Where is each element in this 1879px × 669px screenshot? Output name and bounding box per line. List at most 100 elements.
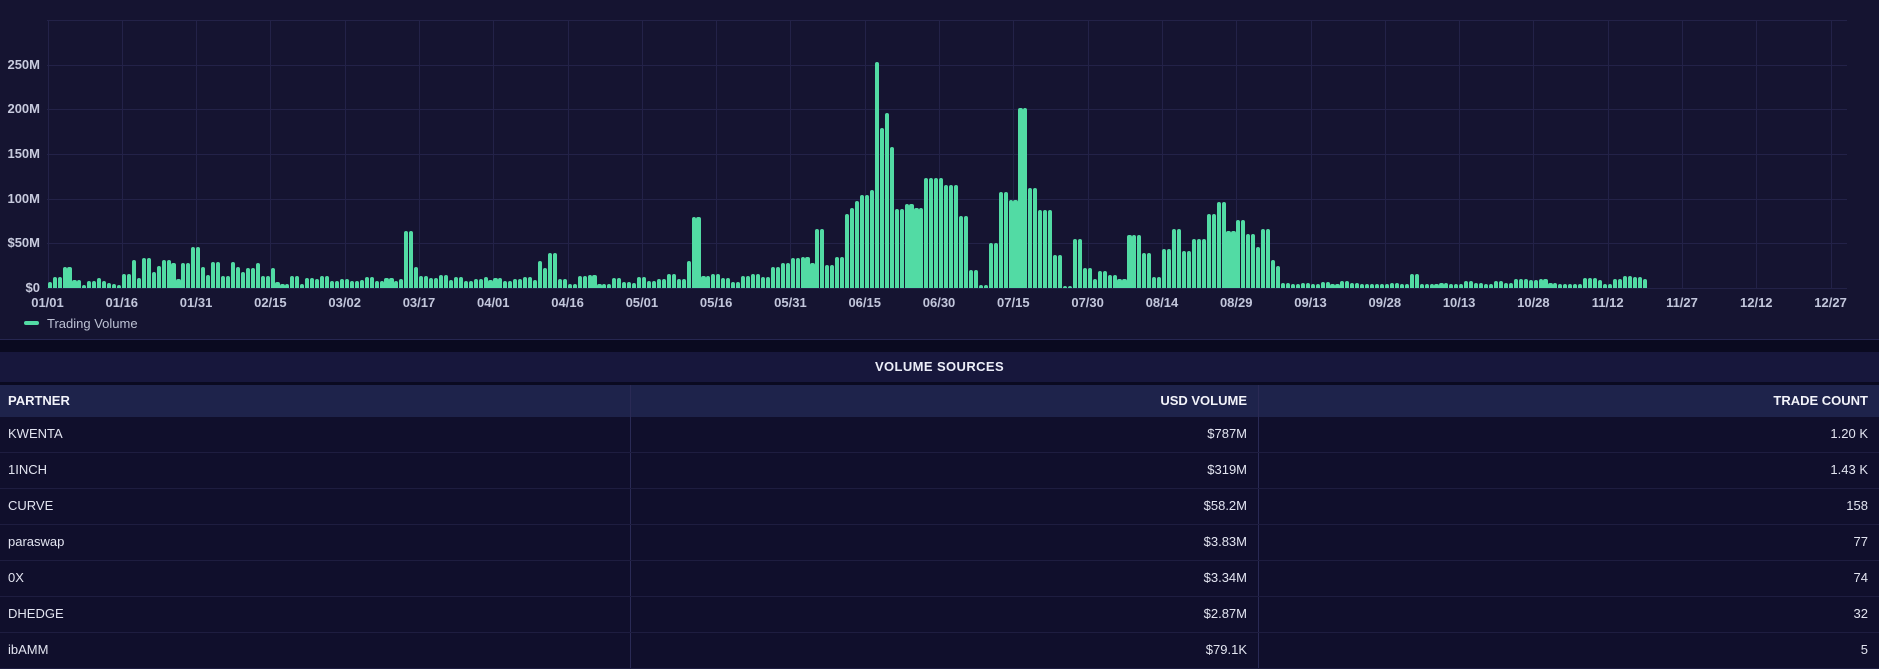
- volume-bar[interactable]: [1380, 284, 1384, 289]
- volume-bar[interactable]: [236, 267, 240, 288]
- volume-bar[interactable]: [1068, 286, 1072, 288]
- volume-bar[interactable]: [696, 217, 700, 289]
- volume-bar[interactable]: [122, 274, 126, 288]
- volume-bar[interactable]: [622, 282, 626, 288]
- volume-bar[interactable]: [612, 278, 616, 288]
- volume-bar[interactable]: [617, 278, 621, 288]
- volume-bar[interactable]: [989, 243, 993, 288]
- volume-bar[interactable]: [1172, 229, 1176, 288]
- volume-bar[interactable]: [1316, 284, 1320, 289]
- volume-bar[interactable]: [1340, 281, 1344, 288]
- volume-bar[interactable]: [513, 279, 517, 288]
- volume-bar[interactable]: [939, 178, 943, 288]
- volume-bar[interactable]: [1058, 255, 1062, 288]
- volume-bar[interactable]: [692, 217, 696, 289]
- volume-bar[interactable]: [731, 282, 735, 288]
- volume-bar[interactable]: [394, 281, 398, 288]
- volume-bar[interactable]: [375, 281, 379, 288]
- volume-bar[interactable]: [1459, 284, 1463, 288]
- volume-bar[interactable]: [771, 267, 775, 288]
- volume-bar[interactable]: [1504, 283, 1508, 288]
- volume-bar[interactable]: [503, 281, 507, 288]
- volume-bar[interactable]: [1018, 108, 1022, 288]
- volume-bar[interactable]: [280, 284, 284, 289]
- volume-bar[interactable]: [909, 204, 913, 288]
- volume-bar[interactable]: [380, 281, 384, 288]
- volume-bar[interactable]: [929, 178, 933, 288]
- volume-bar[interactable]: [1137, 235, 1141, 288]
- column-header-usd_volume[interactable]: USD VOLUME: [630, 385, 1258, 417]
- volume-bar[interactable]: [1276, 266, 1280, 288]
- volume-bar[interactable]: [860, 195, 864, 288]
- volume-bar[interactable]: [1256, 247, 1260, 288]
- volume-bar[interactable]: [1578, 284, 1582, 288]
- volume-bar[interactable]: [439, 275, 443, 288]
- volume-bar[interactable]: [1152, 277, 1156, 288]
- volume-bar[interactable]: [533, 280, 537, 288]
- volume-bar[interactable]: [488, 280, 492, 288]
- volume-bar[interactable]: [637, 277, 641, 288]
- volume-bar[interactable]: [1489, 284, 1493, 289]
- volume-bar[interactable]: [112, 284, 116, 288]
- volume-bar[interactable]: [325, 276, 329, 288]
- volume-bar[interactable]: [1638, 277, 1642, 288]
- volume-bar[interactable]: [597, 284, 601, 289]
- volume-bar[interactable]: [479, 279, 483, 288]
- volume-bar[interactable]: [147, 258, 151, 288]
- volume-bar[interactable]: [454, 277, 458, 288]
- volume-bar[interactable]: [1643, 279, 1647, 288]
- volume-bar[interactable]: [1484, 284, 1488, 289]
- volume-bar[interactable]: [1479, 283, 1483, 288]
- volume-bar[interactable]: [528, 277, 532, 288]
- volume-bar[interactable]: [261, 276, 265, 289]
- volume-bar[interactable]: [1004, 192, 1008, 288]
- volume-bar[interactable]: [1519, 279, 1523, 288]
- volume-bar[interactable]: [1623, 276, 1627, 288]
- volume-bar[interactable]: [885, 113, 889, 288]
- volume-bar[interactable]: [1182, 251, 1186, 289]
- volume-bar[interactable]: [449, 280, 453, 288]
- volume-bar[interactable]: [1078, 239, 1082, 288]
- volume-bar[interactable]: [1132, 235, 1136, 288]
- volume-bar[interactable]: [305, 278, 309, 288]
- volume-bar[interactable]: [1593, 278, 1597, 288]
- volume-bar[interactable]: [1103, 271, 1107, 288]
- volume-bar[interactable]: [330, 281, 334, 288]
- volume-bar[interactable]: [1608, 284, 1612, 289]
- volume-bar[interactable]: [1241, 220, 1245, 288]
- volume-bar[interactable]: [256, 263, 260, 288]
- volume-bar[interactable]: [1202, 239, 1206, 288]
- volume-bar[interactable]: [409, 231, 413, 288]
- volume-bar[interactable]: [1563, 284, 1567, 289]
- volume-bar[interactable]: [1048, 210, 1052, 288]
- volume-bar[interactable]: [578, 276, 582, 288]
- volume-bar[interactable]: [404, 231, 408, 288]
- volume-bar[interactable]: [53, 277, 57, 288]
- volume-bar[interactable]: [493, 278, 497, 288]
- volume-bar[interactable]: [474, 279, 478, 288]
- volume-bar[interactable]: [355, 281, 359, 288]
- volume-bar[interactable]: [266, 276, 270, 289]
- volume-bar[interactable]: [469, 281, 473, 288]
- volume-bar[interactable]: [786, 263, 790, 288]
- volume-bar[interactable]: [1236, 220, 1240, 288]
- volume-bar[interactable]: [1326, 282, 1330, 288]
- volume-bar[interactable]: [92, 281, 96, 288]
- volume-bar[interactable]: [1633, 277, 1637, 288]
- volume-bar[interactable]: [102, 281, 106, 288]
- volume-bar[interactable]: [999, 192, 1003, 288]
- volume-bar[interactable]: [498, 278, 502, 288]
- volume-bar[interactable]: [1073, 239, 1077, 288]
- volume-bar[interactable]: [82, 285, 86, 288]
- column-header-partner[interactable]: PARTNER: [0, 385, 630, 417]
- volume-bar[interactable]: [543, 268, 547, 288]
- volume-bar[interactable]: [1023, 108, 1027, 288]
- volume-bar[interactable]: [127, 274, 131, 288]
- volume-bar[interactable]: [1420, 284, 1424, 289]
- volume-bar[interactable]: [206, 275, 210, 288]
- volume-bar[interactable]: [1385, 284, 1389, 289]
- volume-bar[interactable]: [1553, 283, 1557, 288]
- volume-bar[interactable]: [1286, 283, 1290, 288]
- volume-bar[interactable]: [974, 270, 978, 288]
- volume-bar[interactable]: [1296, 284, 1300, 289]
